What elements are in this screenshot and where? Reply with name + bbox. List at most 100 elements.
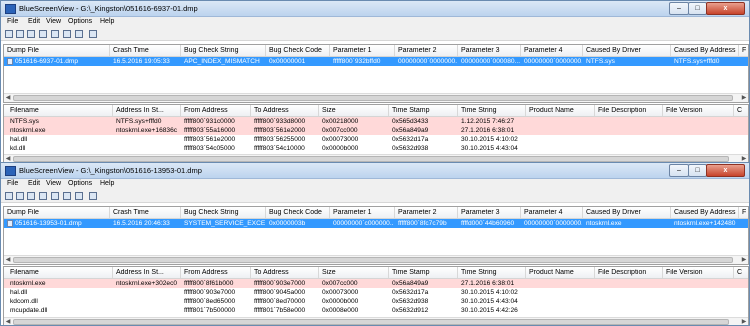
column-separator[interactable]	[738, 45, 739, 56]
column-separator[interactable]	[109, 45, 110, 56]
column-header-to-address[interactable]: To Address	[254, 107, 318, 114]
column-separator[interactable]	[594, 105, 595, 116]
column-header-time-stamp[interactable]: Time Stamp	[392, 269, 457, 276]
title-bar[interactable]: BlueScreenView - G:\_Kingston\051616-693…	[1, 1, 749, 17]
menu-view[interactable]: View	[46, 180, 61, 187]
column-separator[interactable]	[394, 207, 395, 218]
column-header-time-string[interactable]: Time String	[461, 269, 525, 276]
column-separator[interactable]	[180, 267, 181, 278]
module-row[interactable]: kd.dll fffff803`54c05000 fffff803`54c10000…	[4, 144, 748, 153]
scroll-left-icon[interactable]: ◀	[4, 256, 12, 264]
menu-view[interactable]: View	[46, 18, 61, 25]
column-header-file-version[interactable]: File Version	[666, 107, 733, 114]
refresh-icon[interactable]	[63, 192, 71, 200]
menu-edit[interactable]: Edit	[28, 18, 40, 25]
column-header-c[interactable]: C	[737, 269, 746, 276]
column-header-file-description[interactable]: File Description	[598, 269, 662, 276]
column-header-from-address[interactable]: From Address	[184, 107, 250, 114]
save-icon[interactable]	[5, 30, 13, 38]
column-separator[interactable]	[520, 207, 521, 218]
module-row[interactable]: mcupdate.dll fffff801`7b500000 fffff801`7b…	[4, 306, 748, 315]
column-header-dump-file[interactable]: Dump File	[7, 209, 109, 216]
column-separator[interactable]	[265, 45, 266, 56]
column-header-file[interactable]: File	[742, 209, 746, 216]
column-separator[interactable]	[733, 105, 734, 116]
maximize-button[interactable]: □	[688, 164, 707, 177]
minimize-button[interactable]: –	[669, 2, 689, 15]
column-separator[interactable]	[594, 267, 595, 278]
module-list[interactable]: Filename Address In St... From Address To A…	[3, 104, 749, 162]
dump-row[interactable]: 051616-6937-01.dmp 16.5.2016 19:05:33 APC_…	[4, 57, 748, 66]
column-header-address-in-st[interactable]: Address In St...	[116, 107, 180, 114]
column-separator[interactable]	[670, 207, 671, 218]
column-separator[interactable]	[525, 105, 526, 116]
module-row[interactable]: kdcom.dll fffff800`8ed65000 fffff800`8ed70…	[4, 297, 748, 306]
column-header-bug-check-string[interactable]: Bug Check String	[184, 47, 265, 54]
column-header-fil[interactable]: Fil	[742, 47, 746, 54]
module-row[interactable]: hal.dll fffff800`903e7000 fffff800`9045a00…	[4, 288, 748, 297]
column-separator[interactable]	[582, 45, 583, 56]
column-header-caused-by-driver[interactable]: Caused By Driver	[586, 209, 670, 216]
menu-edit[interactable]: Edit	[28, 180, 40, 187]
menu-options[interactable]: Options	[68, 180, 92, 187]
column-header-parameter-4[interactable]: Parameter 4	[524, 47, 582, 54]
column-separator[interactable]	[457, 105, 458, 116]
column-header-from-address[interactable]: From Address	[184, 269, 250, 276]
find-icon[interactable]	[75, 30, 83, 38]
column-separator[interactable]	[250, 105, 251, 116]
horizontal-scrollbar[interactable]: ◀ ▶	[4, 255, 748, 264]
column-separator[interactable]	[670, 45, 671, 56]
module-row[interactable]: ntoskrnl.exe ntoskrnl.exe+302ec0 fffff800`…	[4, 279, 748, 288]
column-separator[interactable]	[180, 45, 181, 56]
column-separator[interactable]	[457, 45, 458, 56]
column-header-crash-time[interactable]: Crash Time	[113, 47, 180, 54]
column-separator[interactable]	[662, 105, 663, 116]
column-header-bug-check-code[interactable]: Bug Check Code	[269, 209, 329, 216]
save-icon[interactable]	[5, 192, 13, 200]
column-header-caused-by-address[interactable]: Caused By Address	[674, 209, 738, 216]
column-header-filename[interactable]: Filename	[10, 269, 112, 276]
menu-help[interactable]: Help	[100, 18, 114, 25]
column-separator[interactable]	[318, 267, 319, 278]
column-separator[interactable]	[329, 207, 330, 218]
close-button[interactable]: x	[706, 2, 745, 15]
column-separator[interactable]	[265, 207, 266, 218]
column-separator[interactable]	[180, 207, 181, 218]
column-header-crash-time[interactable]: Crash Time	[113, 209, 180, 216]
column-separator[interactable]	[525, 267, 526, 278]
scroll-right-icon[interactable]: ▶	[740, 318, 748, 325]
html-report-icon[interactable]	[51, 30, 59, 38]
column-header-parameter-1[interactable]: Parameter 1	[333, 47, 394, 54]
copy-icon[interactable]	[39, 30, 47, 38]
column-header-product-name[interactable]: Product Name	[529, 107, 594, 114]
scrollbar-thumb[interactable]	[13, 95, 733, 101]
column-separator[interactable]	[457, 207, 458, 218]
scroll-left-icon[interactable]: ◀	[4, 94, 12, 102]
find-icon[interactable]	[75, 192, 83, 200]
column-header-parameter-1[interactable]: Parameter 1	[333, 209, 394, 216]
scroll-right-icon[interactable]: ▶	[740, 94, 748, 102]
scroll-right-icon[interactable]: ▶	[740, 256, 748, 264]
menu-file[interactable]: File	[7, 18, 18, 25]
column-header-time-stamp[interactable]: Time Stamp	[392, 107, 457, 114]
column-header-filename[interactable]: Filename	[10, 107, 112, 114]
column-header-c[interactable]: C	[737, 107, 746, 114]
menu-file[interactable]: File	[7, 180, 18, 187]
scrollbar-thumb[interactable]	[13, 319, 729, 325]
column-separator[interactable]	[520, 45, 521, 56]
column-separator[interactable]	[329, 45, 330, 56]
properties-icon[interactable]	[27, 30, 35, 38]
html-report-icon[interactable]	[51, 192, 59, 200]
column-separator[interactable]	[582, 207, 583, 218]
column-separator[interactable]	[733, 267, 734, 278]
horizontal-scrollbar[interactable]: ◀ ▶	[4, 93, 748, 102]
scroll-left-icon[interactable]: ◀	[4, 318, 12, 325]
column-separator[interactable]	[112, 267, 113, 278]
module-row[interactable]: NTFS.sys NTFS.sys+fffd0 fffff800`931c0000 f…	[4, 117, 748, 126]
column-separator[interactable]	[112, 105, 113, 116]
title-bar[interactable]: BlueScreenView - G:\_Kingston\051616-139…	[1, 163, 749, 179]
dump-row[interactable]: 051616-13953-01.dmp 16.5.2016 20:46:33 SYS…	[4, 219, 748, 228]
column-header-caused-by-address[interactable]: Caused By Address	[674, 47, 738, 54]
column-header-parameter-2[interactable]: Parameter 2	[398, 209, 457, 216]
column-header-parameter-3[interactable]: Parameter 3	[461, 209, 520, 216]
